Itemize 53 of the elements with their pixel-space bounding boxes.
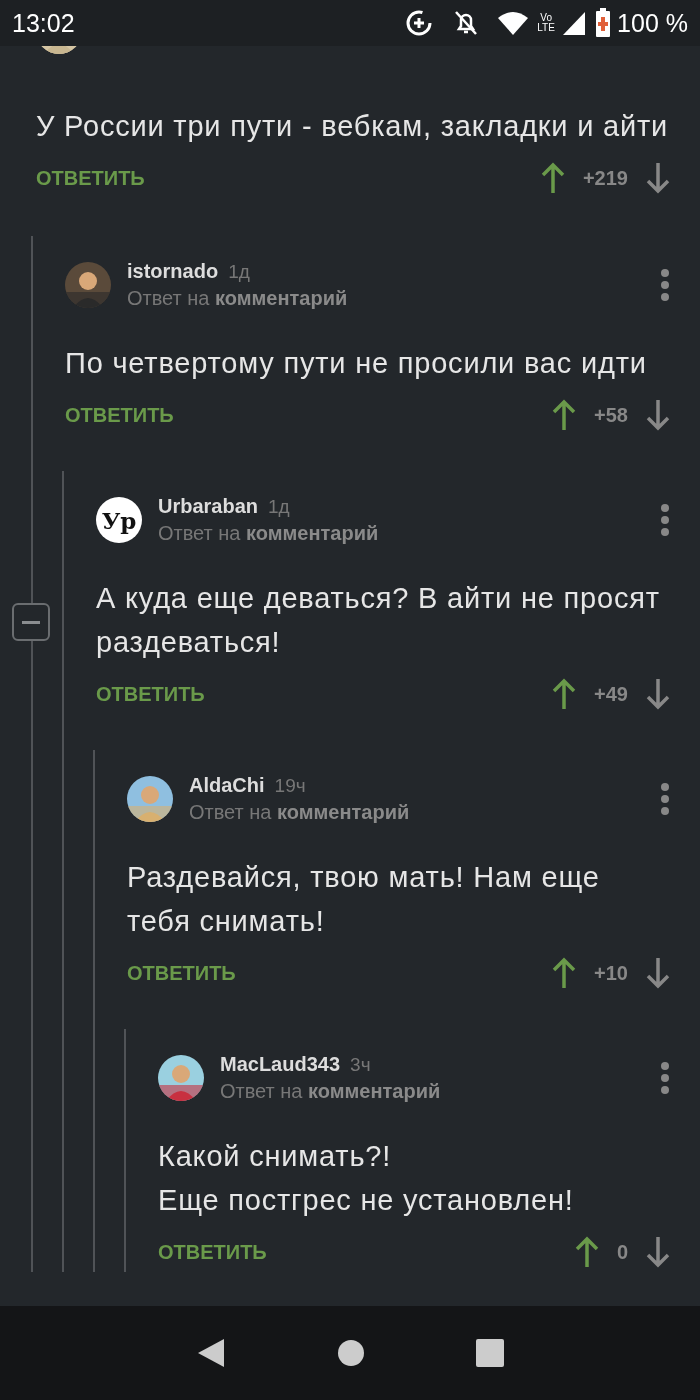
battery-percent: 100 % xyxy=(617,8,688,38)
upvote-button[interactable] xyxy=(540,162,565,194)
comment-text: А куда еще деваться? В айти не просят раздеваться! xyxy=(96,581,661,660)
comment-rating: +10 xyxy=(594,961,628,985)
collapse-button[interactable] xyxy=(12,603,50,641)
downvote-button[interactable] xyxy=(646,162,670,194)
upvote-button[interactable] xyxy=(552,399,577,431)
comment-time: 1д xyxy=(228,261,250,282)
recents-button[interactable] xyxy=(476,1339,505,1367)
comment-time: 19ч xyxy=(274,775,306,796)
username[interactable]: istornado xyxy=(127,260,219,282)
comment-rating: +58 xyxy=(594,403,628,427)
comment-time: 1д xyxy=(268,496,290,517)
comment-rating: 0 xyxy=(616,1240,628,1264)
username[interactable]: Urbaraban xyxy=(158,495,259,517)
battery-icon xyxy=(595,8,612,38)
reply-to-label: Ответ на комментарий xyxy=(220,1080,441,1103)
upvote-button[interactable] xyxy=(574,1236,599,1268)
reply-button[interactable]: ОТВЕТИТЬ xyxy=(36,166,541,190)
downvote-button[interactable] xyxy=(646,678,670,710)
wifi-icon xyxy=(497,10,530,36)
downvote-button[interactable] xyxy=(646,399,670,431)
data-saver-icon xyxy=(405,9,434,37)
upvote-button[interactable] xyxy=(552,957,577,989)
comment-text: По четвертому пути не просили вас идти xyxy=(65,346,648,381)
signal-icon xyxy=(561,10,588,36)
reply-button[interactable]: ОТВЕТИТЬ xyxy=(158,1240,575,1264)
network-type: Vo LTE xyxy=(536,13,556,33)
comment-time: 3ч xyxy=(350,1054,371,1075)
reply-button[interactable]: ОТВЕТИТЬ xyxy=(96,682,553,706)
comment-text: У России три пути - вебкам, закладки и айти xyxy=(36,109,670,144)
reply-to-label: Ответ на комментарий xyxy=(127,287,348,310)
more-icon[interactable] xyxy=(660,269,670,301)
comment-rating: +49 xyxy=(594,682,628,706)
username[interactable]: AldaChi xyxy=(189,774,265,796)
more-icon[interactable] xyxy=(660,504,670,536)
reply-to-label: Ответ на комментарий xyxy=(189,801,410,824)
comment-text: Какой снимать?! Еще постгрес не установлен! xyxy=(158,1139,575,1218)
clock: 13:02 xyxy=(12,8,76,38)
more-icon[interactable] xyxy=(660,783,670,815)
reply-button[interactable]: ОТВЕТИТЬ xyxy=(127,961,553,985)
downvote-button[interactable] xyxy=(646,957,670,989)
more-icon[interactable] xyxy=(660,1062,670,1094)
home-button[interactable] xyxy=(337,1339,365,1367)
notifications-off-icon xyxy=(453,9,480,37)
username[interactable]: MacLaud343 xyxy=(220,1053,341,1075)
reply-button[interactable]: ОТВЕТИТЬ xyxy=(65,403,553,427)
reply-to-label: Ответ на комментарий xyxy=(158,522,379,545)
upvote-button[interactable] xyxy=(552,678,577,710)
comment-text: Раздевайся, твою мать! Нам еще тебя снимать! xyxy=(127,860,601,939)
avatar-logo: Ур xyxy=(96,497,142,543)
comment-rating: +219 xyxy=(582,166,628,190)
downvote-button[interactable] xyxy=(646,1236,670,1268)
